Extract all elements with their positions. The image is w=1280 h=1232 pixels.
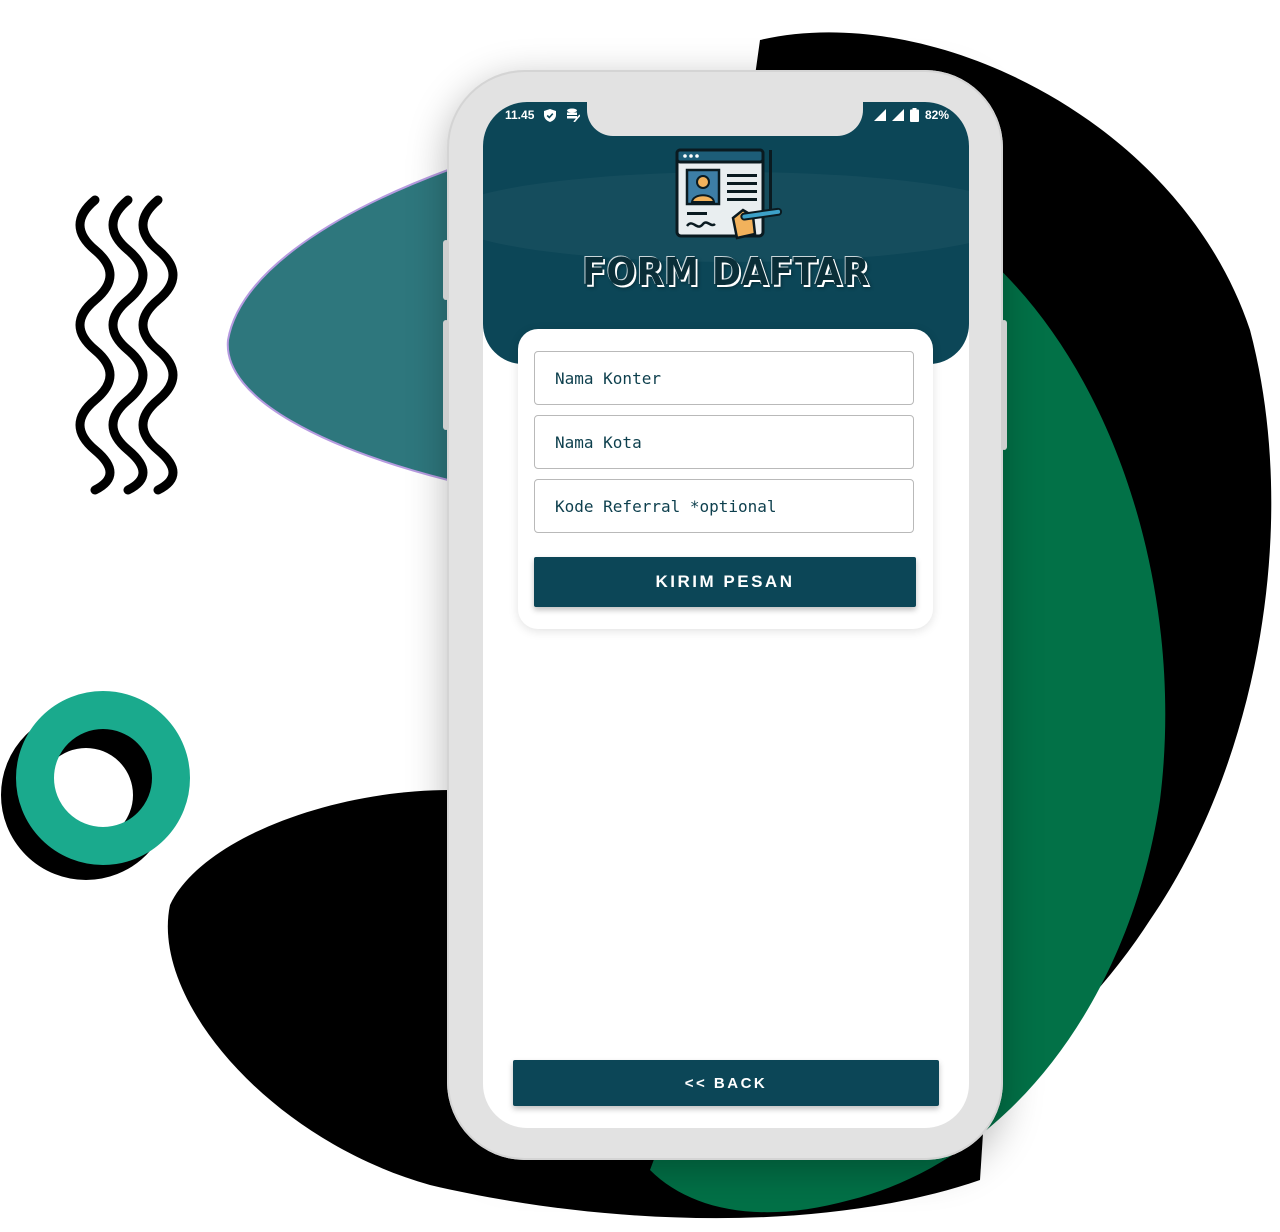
signal-icon xyxy=(891,109,904,121)
status-time: 11.45 xyxy=(505,108,535,122)
status-bar: 11.45 82% xyxy=(505,108,949,128)
teal-blob xyxy=(226,168,449,482)
phone-frame: 11.45 82% FORM DAFTAR Nama Konter Nama K… xyxy=(443,70,1007,1160)
battery-icon xyxy=(909,108,919,122)
data-saver-icon xyxy=(567,108,581,122)
squiggle-lines xyxy=(75,195,178,495)
kode-referral-input[interactable] xyxy=(534,479,914,533)
shield-icon xyxy=(544,108,557,122)
back-button[interactable]: << BACK xyxy=(513,1060,939,1106)
nama-konter-input[interactable] xyxy=(534,351,914,405)
phone-screen: 11.45 82% FORM DAFTAR Nama Konter Nama K… xyxy=(483,102,969,1128)
nama-kota-input[interactable] xyxy=(534,415,914,469)
page-title: FORM DAFTAR xyxy=(582,250,870,294)
signal-icon xyxy=(873,109,886,121)
form-card: KIRIM PESAN xyxy=(518,329,933,629)
phone-side-button xyxy=(443,320,449,430)
status-battery: 82% xyxy=(924,108,949,122)
kirim-pesan-button[interactable]: KIRIM PESAN xyxy=(534,557,916,607)
form-document-icon xyxy=(675,148,783,240)
phone-side-button xyxy=(443,240,449,300)
phone-side-button xyxy=(1001,320,1007,450)
